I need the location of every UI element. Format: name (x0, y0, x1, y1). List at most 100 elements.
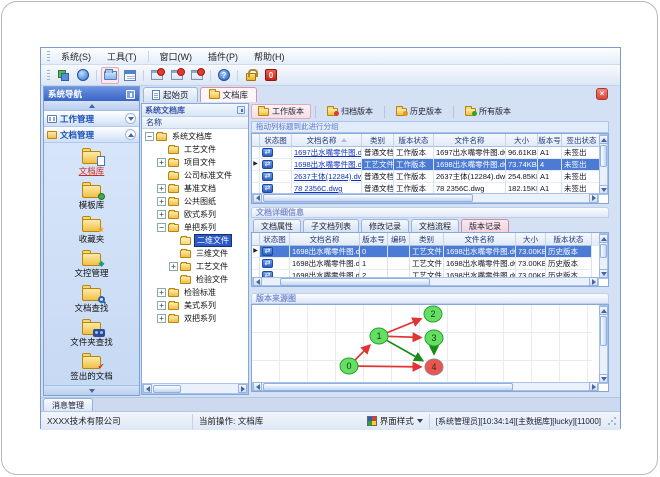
tab-起始页[interactable]: 起始页 (143, 87, 198, 102)
toolbar-button-window-alert[interactable] (188, 67, 206, 84)
expand-icon[interactable]: + (157, 210, 166, 219)
column-header[interactable]: 文档名称 (292, 134, 362, 147)
expand-icon[interactable]: + (157, 184, 166, 193)
document-name-cell[interactable]: 2637主体(12284).dwg (292, 171, 362, 183)
scroll-up-button[interactable] (599, 234, 608, 243)
scroll-down-button[interactable] (599, 269, 608, 278)
sidebar-item-签出的文档[interactable]: ✔ 签出的文档 (47, 351, 137, 385)
table-row[interactable]: ⇄1698出水嘴零件图.dwg1工艺文件1698出水嘴零件图.dwg73.00K… (252, 258, 601, 270)
scroll-right-button[interactable] (589, 193, 598, 203)
scroll-up-button[interactable] (599, 135, 608, 144)
scroll-left-button[interactable] (143, 384, 152, 393)
graph-horizontal-scrollbar[interactable] (252, 382, 599, 391)
version-node-3[interactable]: 3 (424, 329, 444, 347)
pin-icon[interactable] (126, 89, 135, 99)
tree-node-双把系列[interactable]: + 双把系列 (142, 312, 248, 325)
sidebar-item-文控管理[interactable]: ◆ 文控管理 (47, 248, 137, 282)
versions-vertical-scrollbar[interactable] (599, 233, 608, 279)
sidebar-item-模板库[interactable]: 模板库 (47, 180, 137, 214)
column-header[interactable]: 签出状态 (562, 134, 602, 147)
sidebar-scroll-down[interactable] (44, 385, 139, 395)
version-node-4[interactable]: 4 (424, 358, 444, 376)
sidebar-item-文件夹查找[interactable]: 文件夹查找 (47, 317, 137, 351)
tab-文档库[interactable]: 文档库 (199, 87, 258, 102)
details-tab-版本记录[interactable]: 版本记录 (461, 219, 509, 232)
tab-message-management[interactable]: 消息管理 (43, 398, 93, 411)
status-cell[interactable]: ⇄ (260, 171, 292, 183)
column-header[interactable]: 版本号 (538, 134, 562, 147)
sidebar-scroll-up[interactable] (44, 101, 139, 111)
toolbar-button-globe[interactable] (74, 67, 92, 84)
expand-icon[interactable]: + (157, 301, 166, 310)
tree-column-header[interactable]: 名称 (142, 117, 248, 129)
collapse-icon[interactable]: − (157, 223, 166, 232)
tree-node-公共图纸[interactable]: + 公共图纸 (142, 195, 248, 208)
column-header[interactable]: 编码 (388, 233, 410, 246)
tree-node-系统文档库[interactable]: − 系统文档库 (142, 130, 248, 143)
menu-item-3[interactable]: 窗口(W) (152, 48, 201, 65)
tree-node-检验文件[interactable]: 检验文件 (142, 273, 248, 286)
column-header[interactable]: 文档名称 (290, 233, 360, 246)
toolbar-button-power[interactable]: 0 (262, 67, 280, 84)
toolbar-button-window-task[interactable] (168, 67, 186, 84)
sidebar-group-work[interactable]: 工作管理 (44, 111, 139, 127)
scroll-down-button[interactable] (599, 374, 608, 383)
sidebar-group-documents[interactable]: 文档管理 (44, 127, 139, 143)
chevron-down-button[interactable] (125, 113, 136, 124)
toolbar-button-window-message[interactable] (148, 67, 166, 84)
tree-node-欧式系列[interactable]: + 欧式系列 (142, 208, 248, 221)
version-node-1[interactable]: 1 (369, 327, 389, 345)
table-row[interactable]: ⇄1697出水嘴零件图.dwg普通文档工作版本1697出水嘴零件图.dwg96.… (252, 147, 602, 159)
table-row[interactable]: ▶⇄1698出水嘴零件图.dwg0工艺文件1698出水嘴零件图.dwg73.00… (252, 246, 601, 258)
tree-node-公司标准文件[interactable]: 公司标准文件 (142, 169, 248, 182)
version-filter-归档版本[interactable]: 归档版本 (320, 104, 380, 119)
column-header[interactable]: 文件名称 (434, 134, 506, 147)
toolbar-button-help[interactable]: ? (215, 67, 233, 84)
column-header[interactable]: 状态图 (260, 134, 292, 147)
column-header[interactable]: 版本状态 (546, 233, 592, 246)
version-node-0[interactable]: 0 (339, 357, 359, 375)
interface-style-button[interactable]: 界面样式 (361, 413, 430, 429)
expand-icon[interactable]: + (157, 158, 166, 167)
tree-node-基准文档[interactable]: + 基准文档 (142, 182, 248, 195)
column-header[interactable]: 类别 (362, 134, 394, 147)
resize-grip[interactable] (607, 416, 617, 426)
collapse-icon[interactable]: − (145, 132, 154, 141)
group-by-area[interactable]: 拖动列标题到此进行分组 (251, 121, 609, 133)
scrollbar-thumb[interactable] (153, 384, 181, 393)
sidebar-item-文档查找[interactable]: 文档查找 (47, 283, 137, 317)
close-icon[interactable]: × (596, 88, 608, 100)
tree-node-三维文件[interactable]: 三维文件 (142, 247, 248, 260)
row-indicator-header[interactable] (252, 134, 260, 147)
status-cell[interactable]: ⇄ (260, 258, 290, 270)
details-tab-文档属性[interactable]: 文档属性 (253, 219, 301, 232)
column-header[interactable]: 类别 (410, 233, 444, 246)
column-header[interactable]: 大小 (516, 233, 546, 246)
scroll-down-button[interactable] (599, 185, 608, 194)
status-cell[interactable]: ⇄ (260, 147, 292, 159)
table-row[interactable]: ▶⇄1698出水嘴零件图.dwg工艺文件工作版本1698出水嘴零件图.dwg73… (252, 159, 602, 171)
graph-vertical-scrollbar[interactable] (599, 305, 608, 384)
expand-icon[interactable]: + (169, 262, 178, 271)
menu-item-2[interactable]: 工具(T) (99, 48, 145, 65)
version-filter-所有版本[interactable]: 所有版本 (458, 104, 518, 119)
scrollbar-thumb[interactable] (600, 316, 607, 346)
column-header[interactable]: 状态图 (260, 233, 290, 246)
column-header[interactable]: 版本号 (360, 233, 388, 246)
toolbar-drag-handle[interactable] (47, 69, 50, 81)
tree-node-工艺文件[interactable]: 工艺文件 (142, 143, 248, 156)
column-header[interactable]: 文件名称 (444, 233, 516, 246)
toolbar-button-link-squares[interactable] (54, 67, 72, 84)
tree-node-检验标准[interactable]: + 检验标准 (142, 286, 248, 299)
scroll-left-button[interactable] (253, 382, 262, 391)
scrollbar-thumb[interactable] (600, 244, 607, 258)
status-cell[interactable]: ⇄ (260, 246, 290, 258)
scrollbar-thumb[interactable] (600, 145, 607, 167)
column-header[interactable]: 大小 (506, 134, 538, 147)
version-filter-历史版本[interactable]: 历史版本 (389, 104, 449, 119)
scroll-right-button[interactable] (589, 382, 598, 391)
table-row[interactable]: ⇄ 2637主体(12284).dwg 普通文档 工作版本 2637主体(12284).… (252, 171, 602, 183)
toolbar-button-schedule[interactable] (121, 67, 139, 84)
tree-node-二维文件[interactable]: 二维文件 (142, 234, 248, 247)
expand-icon[interactable]: + (157, 197, 166, 206)
